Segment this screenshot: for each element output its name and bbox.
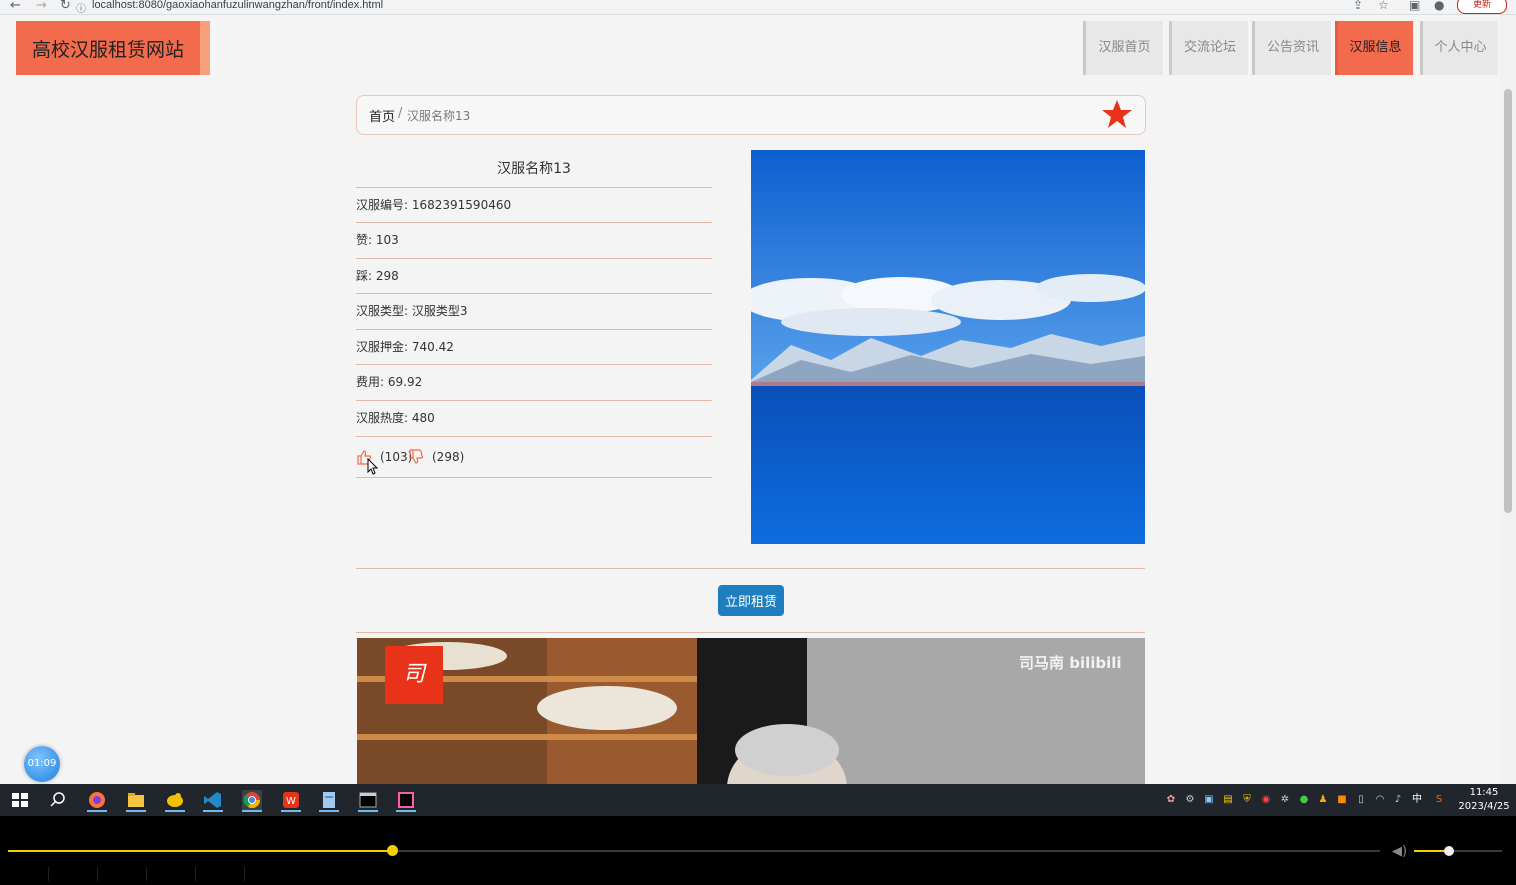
player-tab[interactable]	[0, 867, 49, 881]
site-info-icon[interactable]: ⓘ	[76, 0, 86, 15]
field-likes: 赞: 103	[356, 222, 712, 257]
search-icon[interactable]	[48, 790, 68, 810]
clock-date: 2023/4/25	[1458, 801, 1510, 812]
breadcrumb-separator: /	[398, 106, 403, 121]
tray-app-icon[interactable]: ▤	[1222, 794, 1234, 806]
speaker-icon[interactable]: ♪	[1392, 794, 1404, 806]
player-tab[interactable]	[147, 867, 196, 881]
video-overlay: 司 司马南 bilibili	[357, 638, 1145, 784]
tray-app-icon[interactable]: ⚙	[1184, 794, 1196, 806]
video-watermark: 司马南 bilibili	[1019, 654, 1122, 672]
field-hanfu-type: 汉服类型: 汉服类型3	[356, 293, 712, 328]
playback-progress-fill	[8, 850, 392, 852]
channel-badge: 司	[385, 646, 443, 704]
nav-item-hanfu-info[interactable]: 汉服信息	[1335, 21, 1413, 75]
playback-progress-handle[interactable]	[387, 845, 398, 856]
breadcrumb-current: 汉服名称13	[407, 109, 471, 123]
taskbar-clock[interactable]: 11:45 2023/4/25	[1458, 786, 1510, 814]
tray-app-icon[interactable]: ▣	[1203, 794, 1215, 806]
svg-text:W: W	[286, 796, 296, 807]
page-viewport: 高校汉服租赁网站 汉服首页 交流论坛 公告资讯 汉服信息 个人中心 首页 / 汉…	[0, 15, 1500, 784]
volume-icon[interactable]: ◀)	[1392, 844, 1407, 859]
section-divider	[356, 568, 1145, 569]
recording-timer[interactable]: 01:09	[24, 746, 60, 782]
vscode-icon[interactable]	[203, 790, 223, 812]
profile-icon[interactable]: ●	[1434, 0, 1444, 12]
player-tab[interactable]	[196, 867, 245, 881]
hanfu-name: 汉服名称13	[497, 161, 571, 177]
bookmark-star-icon[interactable]: ☆	[1378, 0, 1389, 12]
thumbs-down-icon[interactable]	[408, 449, 424, 465]
sogou-icon[interactable]: S	[1433, 794, 1445, 806]
ime-indicator[interactable]: 中	[1411, 794, 1423, 806]
cyberduck-icon[interactable]	[165, 790, 185, 812]
mouse-cursor-icon	[367, 458, 379, 475]
vote-row: (103) (298)	[356, 436, 712, 478]
breadcrumb-home-link[interactable]: 首页	[369, 106, 395, 125]
field-hanfu-number: 汉服编号: 1682391590460	[356, 187, 712, 222]
nav-item-user-center[interactable]: 个人中心	[1420, 21, 1498, 75]
page-scrollbar[interactable]	[1500, 15, 1516, 784]
qq-icon[interactable]: ♟	[1317, 794, 1329, 806]
forward-icon[interactable]: →	[36, 0, 47, 13]
start-icon[interactable]	[10, 790, 30, 810]
breadcrumb: 首页 / 汉服名称13	[356, 95, 1146, 135]
intellij-icon[interactable]	[396, 790, 416, 812]
update-button[interactable]: 更新	[1457, 0, 1507, 14]
wechat-icon[interactable]: ●	[1298, 794, 1310, 806]
tray-app-icon[interactable]: ✲	[1279, 794, 1291, 806]
player-tab-strip	[0, 866, 260, 881]
terminal-icon[interactable]	[358, 790, 378, 812]
tray-app-icon[interactable]: ◉	[1260, 794, 1272, 806]
site-logo[interactable]: 高校汉服租赁网站	[16, 21, 210, 75]
video-player-controls: ◀)	[0, 816, 1516, 881]
dislike-count: (298)	[432, 450, 465, 464]
wifi-icon[interactable]: ◠	[1374, 794, 1386, 806]
tray-app-icon[interactable]: ✿	[1165, 794, 1177, 806]
back-icon[interactable]: ←	[10, 0, 21, 13]
wps-icon[interactable]: W	[281, 790, 301, 812]
field-popularity: 汉服热度: 480	[356, 400, 712, 435]
notepad-icon[interactable]	[319, 790, 339, 812]
player-tab[interactable]	[98, 867, 147, 881]
playback-progress-bar[interactable]	[8, 845, 1380, 856]
share-icon[interactable]: ⇪	[1353, 0, 1363, 12]
address-bar[interactable]: localhost:8080/gaoxiaohanfuzulinwangzhan…	[92, 0, 383, 11]
nav-item-news[interactable]: 公告资讯	[1252, 21, 1331, 75]
field-fee: 费用: 69.92	[356, 364, 712, 399]
site-title: 高校汉服租赁网站	[32, 39, 185, 61]
nav-item-hanfu-home[interactable]: 汉服首页	[1083, 21, 1163, 75]
rent-now-button[interactable]: 立即租赁	[718, 585, 784, 616]
sidepanel-icon[interactable]: ▣	[1409, 0, 1420, 12]
browser-toolbar: ← → ↻ ⓘ localhost:8080/gaoxiaohanfuzulin…	[0, 0, 1516, 15]
clock-time: 11:45	[1469, 787, 1499, 798]
file-explorer-icon[interactable]	[126, 790, 146, 812]
reload-icon[interactable]: ↻	[60, 0, 71, 13]
player-tab[interactable]	[49, 867, 98, 881]
scrollbar-thumb[interactable]	[1504, 89, 1512, 513]
volume-handle[interactable]	[1444, 846, 1454, 856]
battery-icon[interactable]: ▯	[1355, 794, 1367, 806]
favorite-star-icon[interactable]	[1101, 98, 1133, 130]
section-divider	[356, 632, 1145, 633]
windows-taskbar: W ✿ ⚙ ▣ ▤ ⛨ ◉ ✲ ● ♟ ■ ▯ ◠ ♪ 中 S 11:45 20…	[0, 784, 1516, 816]
shield-icon[interactable]: ⛨	[1241, 794, 1253, 806]
field-dislikes: 踩: 298	[356, 258, 712, 293]
chrome-icon[interactable]	[242, 790, 262, 812]
volume-slider[interactable]	[1414, 846, 1502, 856]
nav-item-forum[interactable]: 交流论坛	[1169, 21, 1248, 75]
firefox-icon[interactable]	[87, 790, 107, 812]
field-deposit: 汉服押金: 740.42	[356, 329, 712, 364]
tray-app-icon[interactable]: ■	[1336, 794, 1348, 806]
hanfu-image	[751, 150, 1145, 544]
